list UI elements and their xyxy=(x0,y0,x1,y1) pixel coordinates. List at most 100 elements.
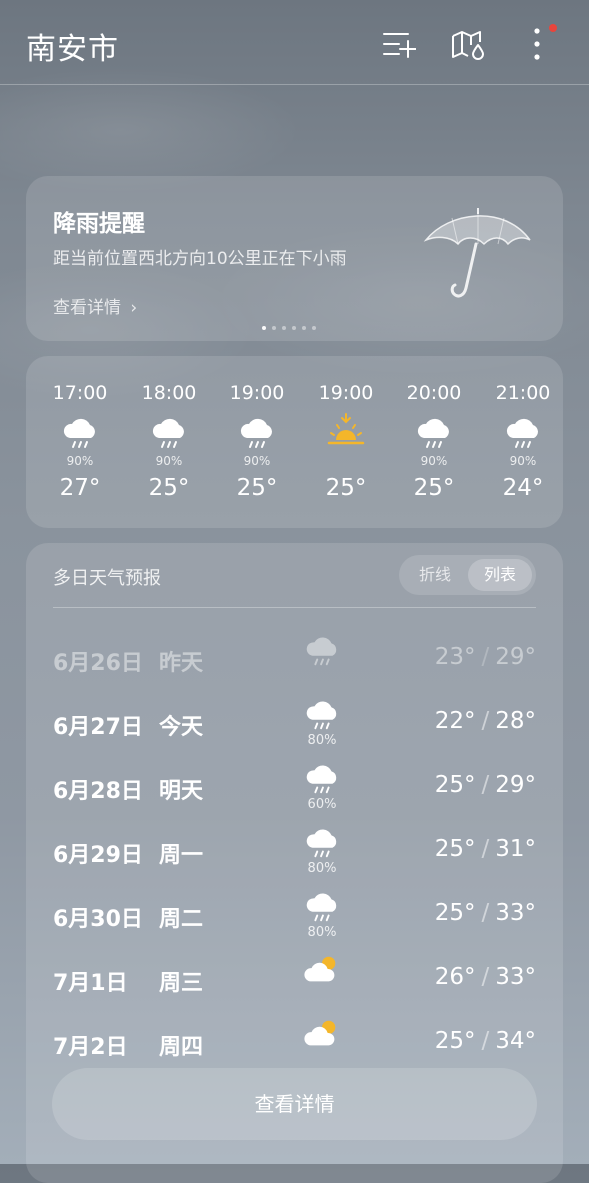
daily-row[interactable]: 6月27日 今天 80% 22°/28° xyxy=(26,693,563,753)
hour-precip: 90% xyxy=(243,454,271,468)
alert-detail-label: 查看详情 xyxy=(53,298,121,318)
alert-detail-link[interactable]: 查看详情 › xyxy=(53,293,137,318)
day-high: 29° xyxy=(495,644,536,670)
day-weekday: 今天 xyxy=(159,715,204,740)
hour-time: 19:00 xyxy=(229,382,285,404)
partly-cloudy-icon xyxy=(304,1020,336,1046)
hour-time: 20:00 xyxy=(406,382,462,404)
hourly-item: 19:00 90% 25° xyxy=(217,356,297,501)
day-precip: 80% xyxy=(307,733,337,748)
daily-row[interactable]: 6月29日 周一 80% 25°/31° xyxy=(26,821,563,881)
daily-row[interactable]: 6月26日 昨天 23°/29° xyxy=(26,629,563,689)
day-temps: 25°/34° xyxy=(434,1028,536,1054)
daily-row[interactable]: 6月28日 明天 60% 25°/29° xyxy=(26,757,563,817)
day-temps: 25°/33° xyxy=(434,900,536,926)
rain-cloud-icon xyxy=(417,418,449,448)
hour-temp: 24° xyxy=(502,475,544,501)
day-low: 26° xyxy=(434,964,476,990)
toggle-list-option[interactable]: 列表 xyxy=(468,559,532,591)
partly-cloudy-icon xyxy=(304,956,336,982)
hour-time: 17:00 xyxy=(52,382,108,404)
day-date: 6月30日 xyxy=(53,907,143,932)
alert-description: 距当前位置西北方向10公里正在下小雨 xyxy=(53,249,347,269)
day-precip: 60% xyxy=(307,797,337,812)
hourly-item: 21:00 90% 24° xyxy=(483,356,563,501)
rain-cloud-icon xyxy=(306,893,337,922)
day-date: 7月1日 xyxy=(53,971,128,996)
day-low: 25° xyxy=(434,900,476,926)
day-precip: 80% xyxy=(307,861,337,876)
alert-pager xyxy=(262,326,316,330)
hourly-item: 19:00 25° xyxy=(306,356,386,501)
day-weekday: 周二 xyxy=(159,907,204,932)
hour-time: 19:00 xyxy=(318,382,374,404)
hour-temp: 27° xyxy=(59,475,101,501)
daily-row[interactable]: 7月1日 周三 26°/33° xyxy=(26,949,563,1009)
rain-cloud-icon xyxy=(306,701,337,730)
hour-precip: 90% xyxy=(66,454,94,468)
hour-precip: 90% xyxy=(509,454,537,468)
day-high: 34° xyxy=(495,1028,536,1054)
day-temps: 26°/33° xyxy=(434,964,536,990)
daily-row[interactable]: 7月2日 周四 25°/34° xyxy=(26,1013,563,1073)
alert-title: 降雨提醒 xyxy=(53,211,145,237)
top-bar: 南安市 xyxy=(0,0,589,85)
day-low: 23° xyxy=(434,644,476,670)
day-temps: 25°/29° xyxy=(434,772,536,798)
toggle-line-option[interactable]: 折线 xyxy=(403,559,467,591)
rain-cloud-icon xyxy=(306,637,337,666)
day-temps: 25°/31° xyxy=(434,836,536,862)
city-name[interactable]: 南安市 xyxy=(26,24,119,68)
hourly-forecast-card[interactable]: 17:00 90% 27° 18:00 90% 25° 19:00 90% 25… xyxy=(26,356,563,528)
day-high: 28° xyxy=(495,708,536,734)
day-date: 7月2日 xyxy=(53,1035,128,1060)
daily-title: 多日天气预报 xyxy=(53,568,161,589)
day-high: 33° xyxy=(495,900,536,926)
hour-temp: 25° xyxy=(236,475,278,501)
hourly-item: 20:00 90% 25° xyxy=(394,356,474,501)
rain-cloud-icon xyxy=(306,829,337,858)
sunset-icon xyxy=(327,413,365,445)
day-date: 6月27日 xyxy=(53,715,143,740)
day-low: 25° xyxy=(434,1028,476,1054)
day-date: 6月29日 xyxy=(53,843,143,868)
hour-precip: 90% xyxy=(155,454,183,468)
rain-cloud-icon xyxy=(240,418,272,448)
chevron-right-icon: › xyxy=(130,298,138,318)
rain-alert-card[interactable]: 降雨提醒 距当前位置西北方向10公里正在下小雨 查看详情 › xyxy=(26,176,563,341)
hour-temp: 25° xyxy=(325,475,367,501)
day-date: 6月26日 xyxy=(53,651,143,676)
day-weekday: 周四 xyxy=(159,1035,204,1060)
day-temps: 22°/28° xyxy=(434,708,536,734)
daily-forecast-card: 多日天气预报 折线 列表 6月26日 昨天 23°/29° 6月27日 今天 8… xyxy=(26,543,563,1183)
view-details-button[interactable]: 查看详情 xyxy=(52,1068,537,1140)
add-city-icon[interactable] xyxy=(382,28,417,62)
view-toggle[interactable]: 折线 列表 xyxy=(399,555,536,595)
umbrella-icon xyxy=(423,208,531,298)
day-weekday: 明天 xyxy=(159,779,204,804)
more-menu-icon[interactable] xyxy=(527,28,547,62)
day-low: 25° xyxy=(434,836,476,862)
day-high: 31° xyxy=(495,836,536,862)
day-weekday: 周三 xyxy=(159,971,204,996)
hourly-item: 17:00 90% 27° xyxy=(40,356,120,501)
day-temps: 23°/29° xyxy=(434,644,536,670)
hour-precip xyxy=(306,454,386,468)
hour-time: 18:00 xyxy=(141,382,197,404)
hourly-item: 18:00 90% 25° xyxy=(129,356,209,501)
day-low: 22° xyxy=(434,708,476,734)
daily-row[interactable]: 6月30日 周二 80% 25°/33° xyxy=(26,885,563,945)
divider xyxy=(53,607,536,608)
hour-temp: 25° xyxy=(148,475,190,501)
rain-cloud-icon xyxy=(306,765,337,794)
day-weekday: 昨天 xyxy=(159,651,204,676)
notification-dot xyxy=(549,24,557,32)
day-precip: 80% xyxy=(307,925,337,940)
day-high: 29° xyxy=(495,772,536,798)
rain-cloud-icon xyxy=(152,418,184,448)
hour-time: 21:00 xyxy=(495,382,551,404)
day-date: 6月28日 xyxy=(53,779,143,804)
rain-cloud-icon xyxy=(63,418,95,448)
hour-precip: 90% xyxy=(420,454,448,468)
rain-map-icon[interactable] xyxy=(451,28,485,62)
